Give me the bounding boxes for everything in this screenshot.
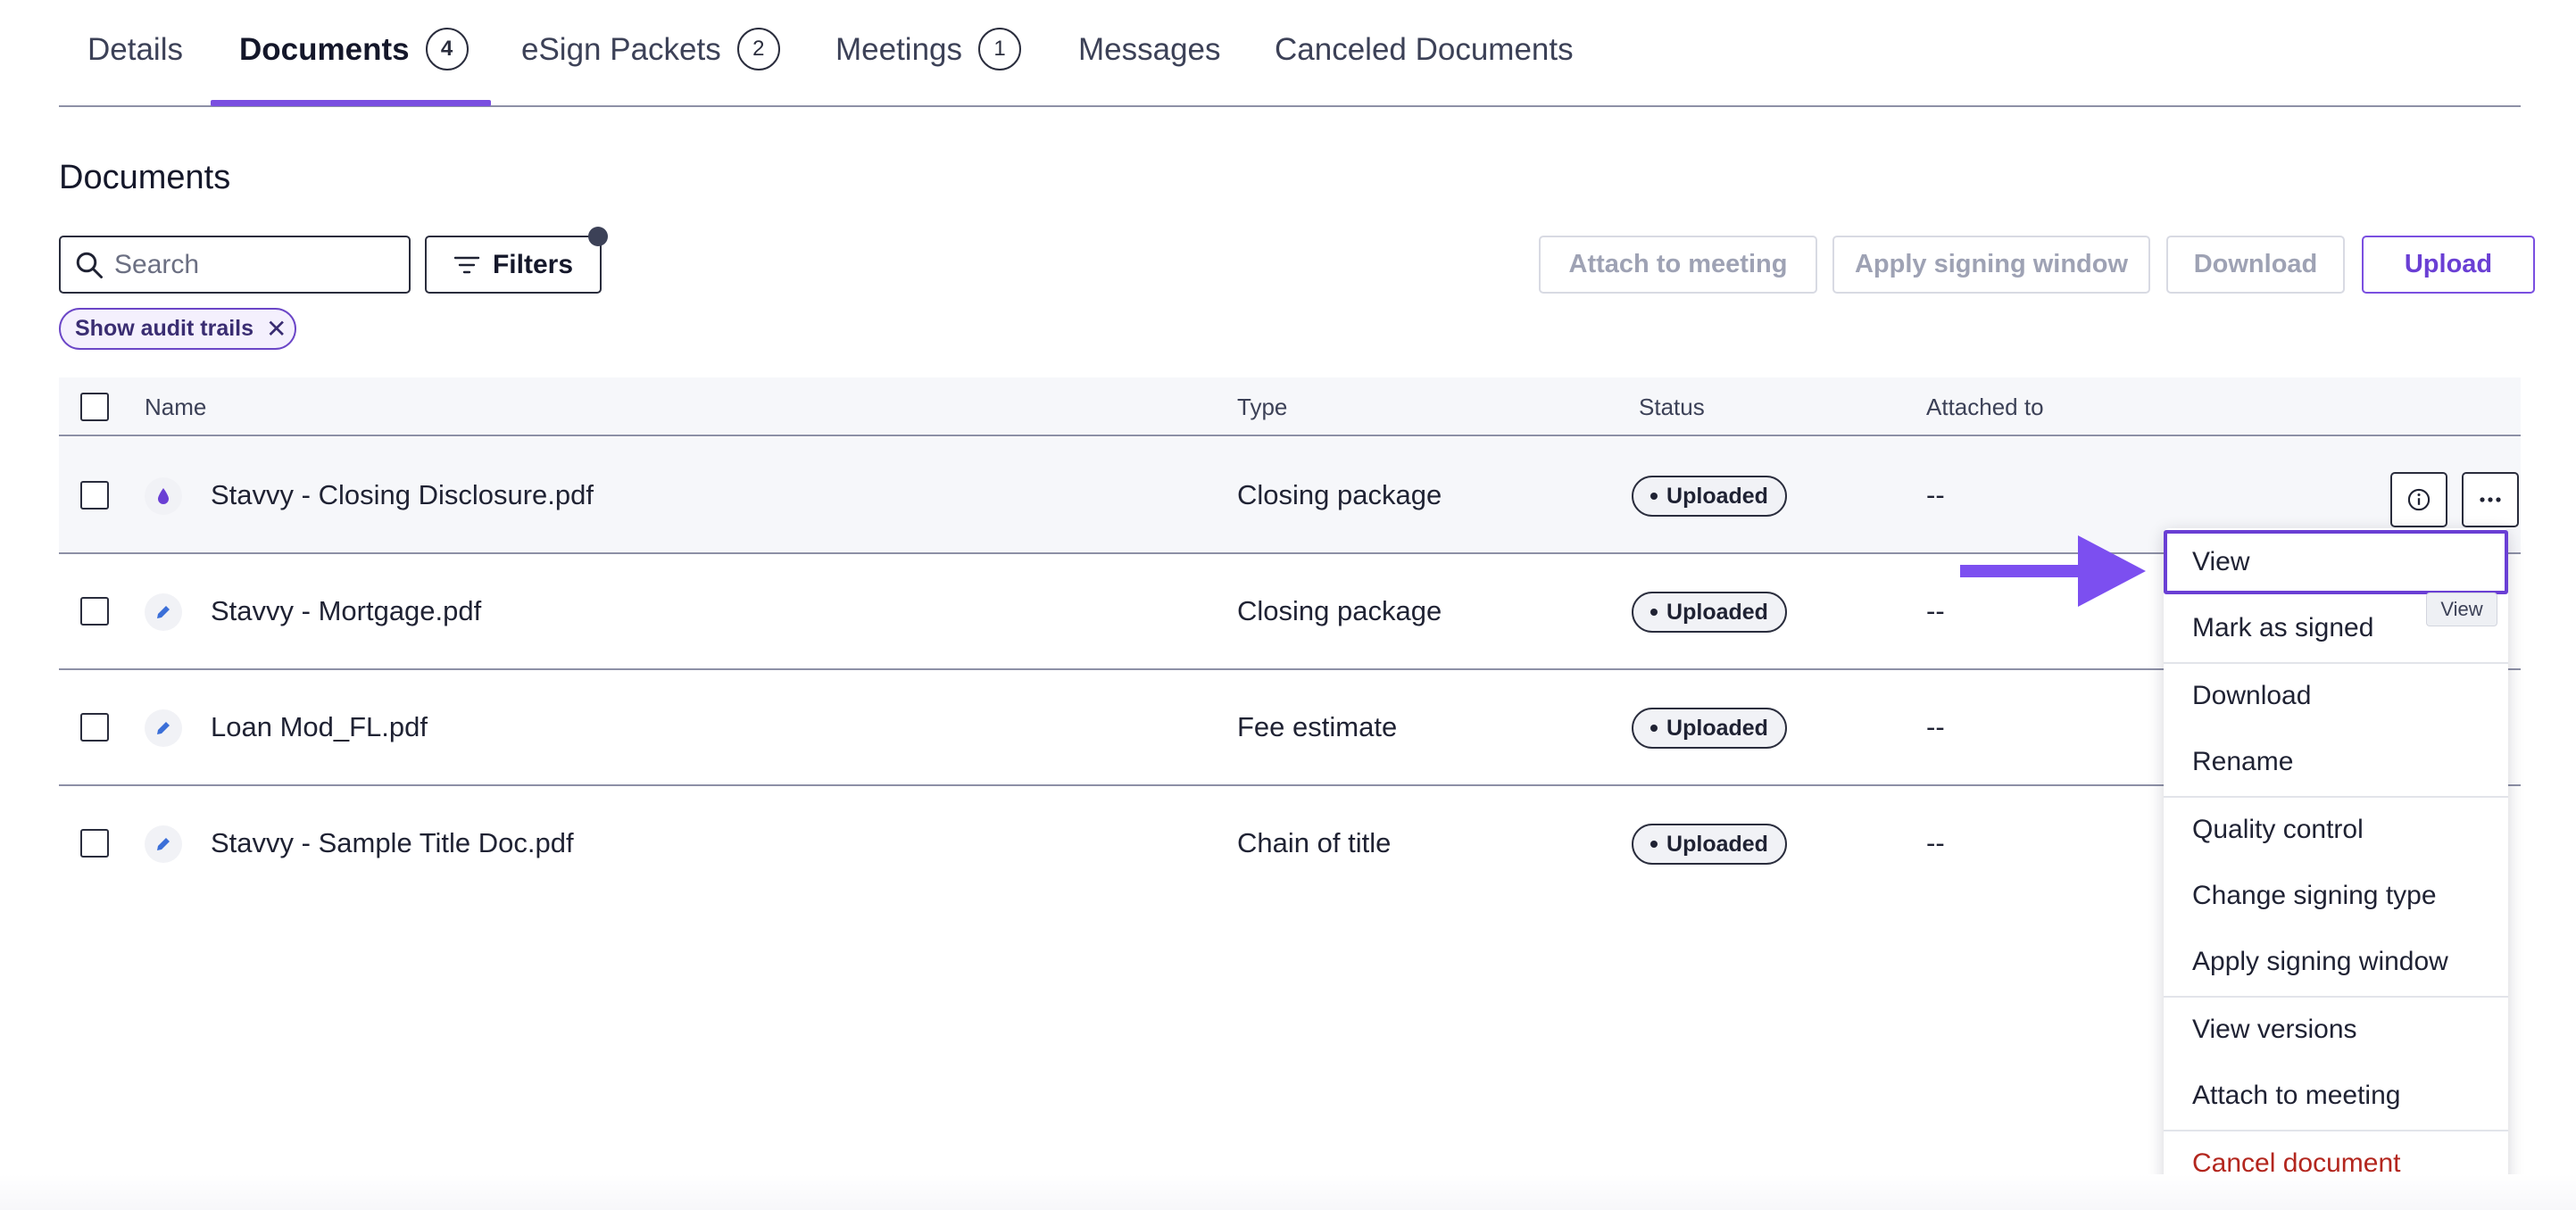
document-name[interactable]: Stavvy - Mortgage.pdf bbox=[211, 554, 481, 668]
column-header-name: Name bbox=[145, 394, 207, 420]
column-header-type: Type bbox=[1237, 394, 1288, 420]
menu-item-quality-control[interactable]: Quality control bbox=[2164, 798, 2508, 862]
filter-icon bbox=[453, 256, 480, 273]
active-tab-indicator bbox=[211, 100, 491, 106]
table-row[interactable]: Stavvy - Sample Title Doc.pdf Chain of t… bbox=[59, 786, 2521, 902]
arrow-right-icon bbox=[1960, 535, 2146, 607]
tab-count-badge: 2 bbox=[736, 28, 780, 70]
menu-item-rename[interactable]: Rename bbox=[2164, 730, 2508, 794]
audit-trail-filter-chip[interactable]: Show audit trails ✕ bbox=[59, 308, 296, 350]
row-checkbox[interactable] bbox=[80, 829, 109, 858]
upload-button[interactable]: Upload bbox=[2362, 236, 2535, 294]
droplet-icon bbox=[145, 477, 182, 515]
search-box[interactable] bbox=[59, 236, 411, 294]
tab-label: Documents bbox=[239, 32, 410, 67]
page-title: Documents bbox=[59, 159, 231, 196]
status-badge: Uploaded bbox=[1632, 476, 1787, 517]
document-actions-menu: View Mark as signed Download Rename Qual… bbox=[2164, 528, 2508, 1201]
status-label: Uploaded bbox=[1666, 715, 1768, 741]
tab-esign-packets[interactable]: eSign Packets 2 bbox=[521, 28, 780, 107]
document-type: Closing package bbox=[1237, 595, 1442, 626]
status-label: Uploaded bbox=[1666, 599, 1768, 625]
document-name[interactable]: Loan Mod_FL.pdf bbox=[211, 670, 428, 784]
menu-item-view-versions[interactable]: View versions bbox=[2164, 998, 2508, 1062]
page-bottom-shade bbox=[0, 1174, 2576, 1210]
tab-label: Canceled Documents bbox=[1275, 32, 1574, 67]
close-icon[interactable]: ✕ bbox=[266, 314, 287, 344]
tab-canceled-documents[interactable]: Canceled Documents bbox=[1275, 32, 1574, 107]
tab-count-badge: 4 bbox=[425, 28, 469, 70]
attach-to-meeting-button[interactable]: Attach to meeting bbox=[1539, 236, 1817, 294]
row-checkbox[interactable] bbox=[80, 481, 109, 510]
status-badge: Uploaded bbox=[1632, 824, 1787, 865]
document-type: Chain of title bbox=[1237, 827, 1392, 858]
filters-label: Filters bbox=[492, 249, 574, 279]
tooltip: View bbox=[2426, 593, 2497, 626]
info-button[interactable] bbox=[2390, 472, 2447, 527]
tab-label: Meetings bbox=[835, 32, 963, 67]
document-type: Fee estimate bbox=[1237, 711, 1398, 742]
apply-signing-window-button[interactable]: Apply signing window bbox=[1832, 236, 2150, 294]
table-header: Name Type Status Attached to bbox=[59, 377, 2521, 436]
search-icon bbox=[76, 252, 103, 278]
menu-item-apply-signing-window[interactable]: Apply signing window bbox=[2164, 930, 2508, 994]
document-name[interactable]: Stavvy - Closing Disclosure.pdf bbox=[211, 438, 594, 552]
attached-to-value: -- bbox=[1926, 827, 1945, 858]
tab-documents[interactable]: Documents 4 bbox=[239, 28, 469, 107]
status-label: Uploaded bbox=[1666, 483, 1768, 509]
column-header-attached: Attached to bbox=[1926, 394, 2044, 420]
attached-to-value: -- bbox=[1926, 711, 1945, 742]
menu-item-attach-to-meeting[interactable]: Attach to meeting bbox=[2164, 1064, 2508, 1128]
tab-label: Details bbox=[87, 32, 183, 67]
row-checkbox[interactable] bbox=[80, 713, 109, 742]
tab-label: Messages bbox=[1078, 32, 1221, 67]
status-badge: Uploaded bbox=[1632, 708, 1787, 749]
tab-bar: Details Documents 4 eSign Packets 2 Meetin… bbox=[59, 0, 2521, 107]
menu-item-view[interactable]: View bbox=[2164, 530, 2508, 594]
info-icon bbox=[2407, 488, 2431, 511]
tab-count-badge: 1 bbox=[978, 28, 1022, 70]
search-input[interactable] bbox=[114, 249, 382, 280]
more-horizontal-icon bbox=[2480, 497, 2501, 502]
select-all-checkbox[interactable] bbox=[80, 393, 109, 421]
table-row[interactable]: Loan Mod_FL.pdf Fee estimate Uploaded -- bbox=[59, 670, 2521, 786]
document-type: Closing package bbox=[1237, 479, 1442, 510]
more-actions-button[interactable] bbox=[2462, 472, 2519, 527]
pencil-icon bbox=[145, 825, 182, 863]
tab-messages[interactable]: Messages bbox=[1078, 32, 1221, 107]
row-checkbox[interactable] bbox=[80, 597, 109, 626]
pencil-icon bbox=[145, 593, 182, 631]
document-name[interactable]: Stavvy - Sample Title Doc.pdf bbox=[211, 786, 574, 900]
active-filter-indicator bbox=[588, 227, 608, 246]
download-button[interactable]: Download bbox=[2166, 236, 2345, 294]
status-label: Uploaded bbox=[1666, 831, 1768, 857]
filters-button[interactable]: Filters bbox=[425, 236, 602, 294]
tab-meetings[interactable]: Meetings 1 bbox=[835, 28, 1022, 107]
status-badge: Uploaded bbox=[1632, 592, 1787, 633]
chip-label: Show audit trails bbox=[75, 316, 254, 341]
column-header-status: Status bbox=[1639, 394, 1705, 420]
menu-item-download[interactable]: Download bbox=[2164, 664, 2508, 728]
tab-label: eSign Packets bbox=[521, 32, 721, 67]
tab-details[interactable]: Details bbox=[87, 32, 183, 107]
menu-item-change-signing-type[interactable]: Change signing type bbox=[2164, 864, 2508, 928]
pencil-icon bbox=[145, 709, 182, 747]
attached-to-value: -- bbox=[1926, 595, 1945, 626]
attached-to-value: -- bbox=[1926, 479, 1945, 510]
